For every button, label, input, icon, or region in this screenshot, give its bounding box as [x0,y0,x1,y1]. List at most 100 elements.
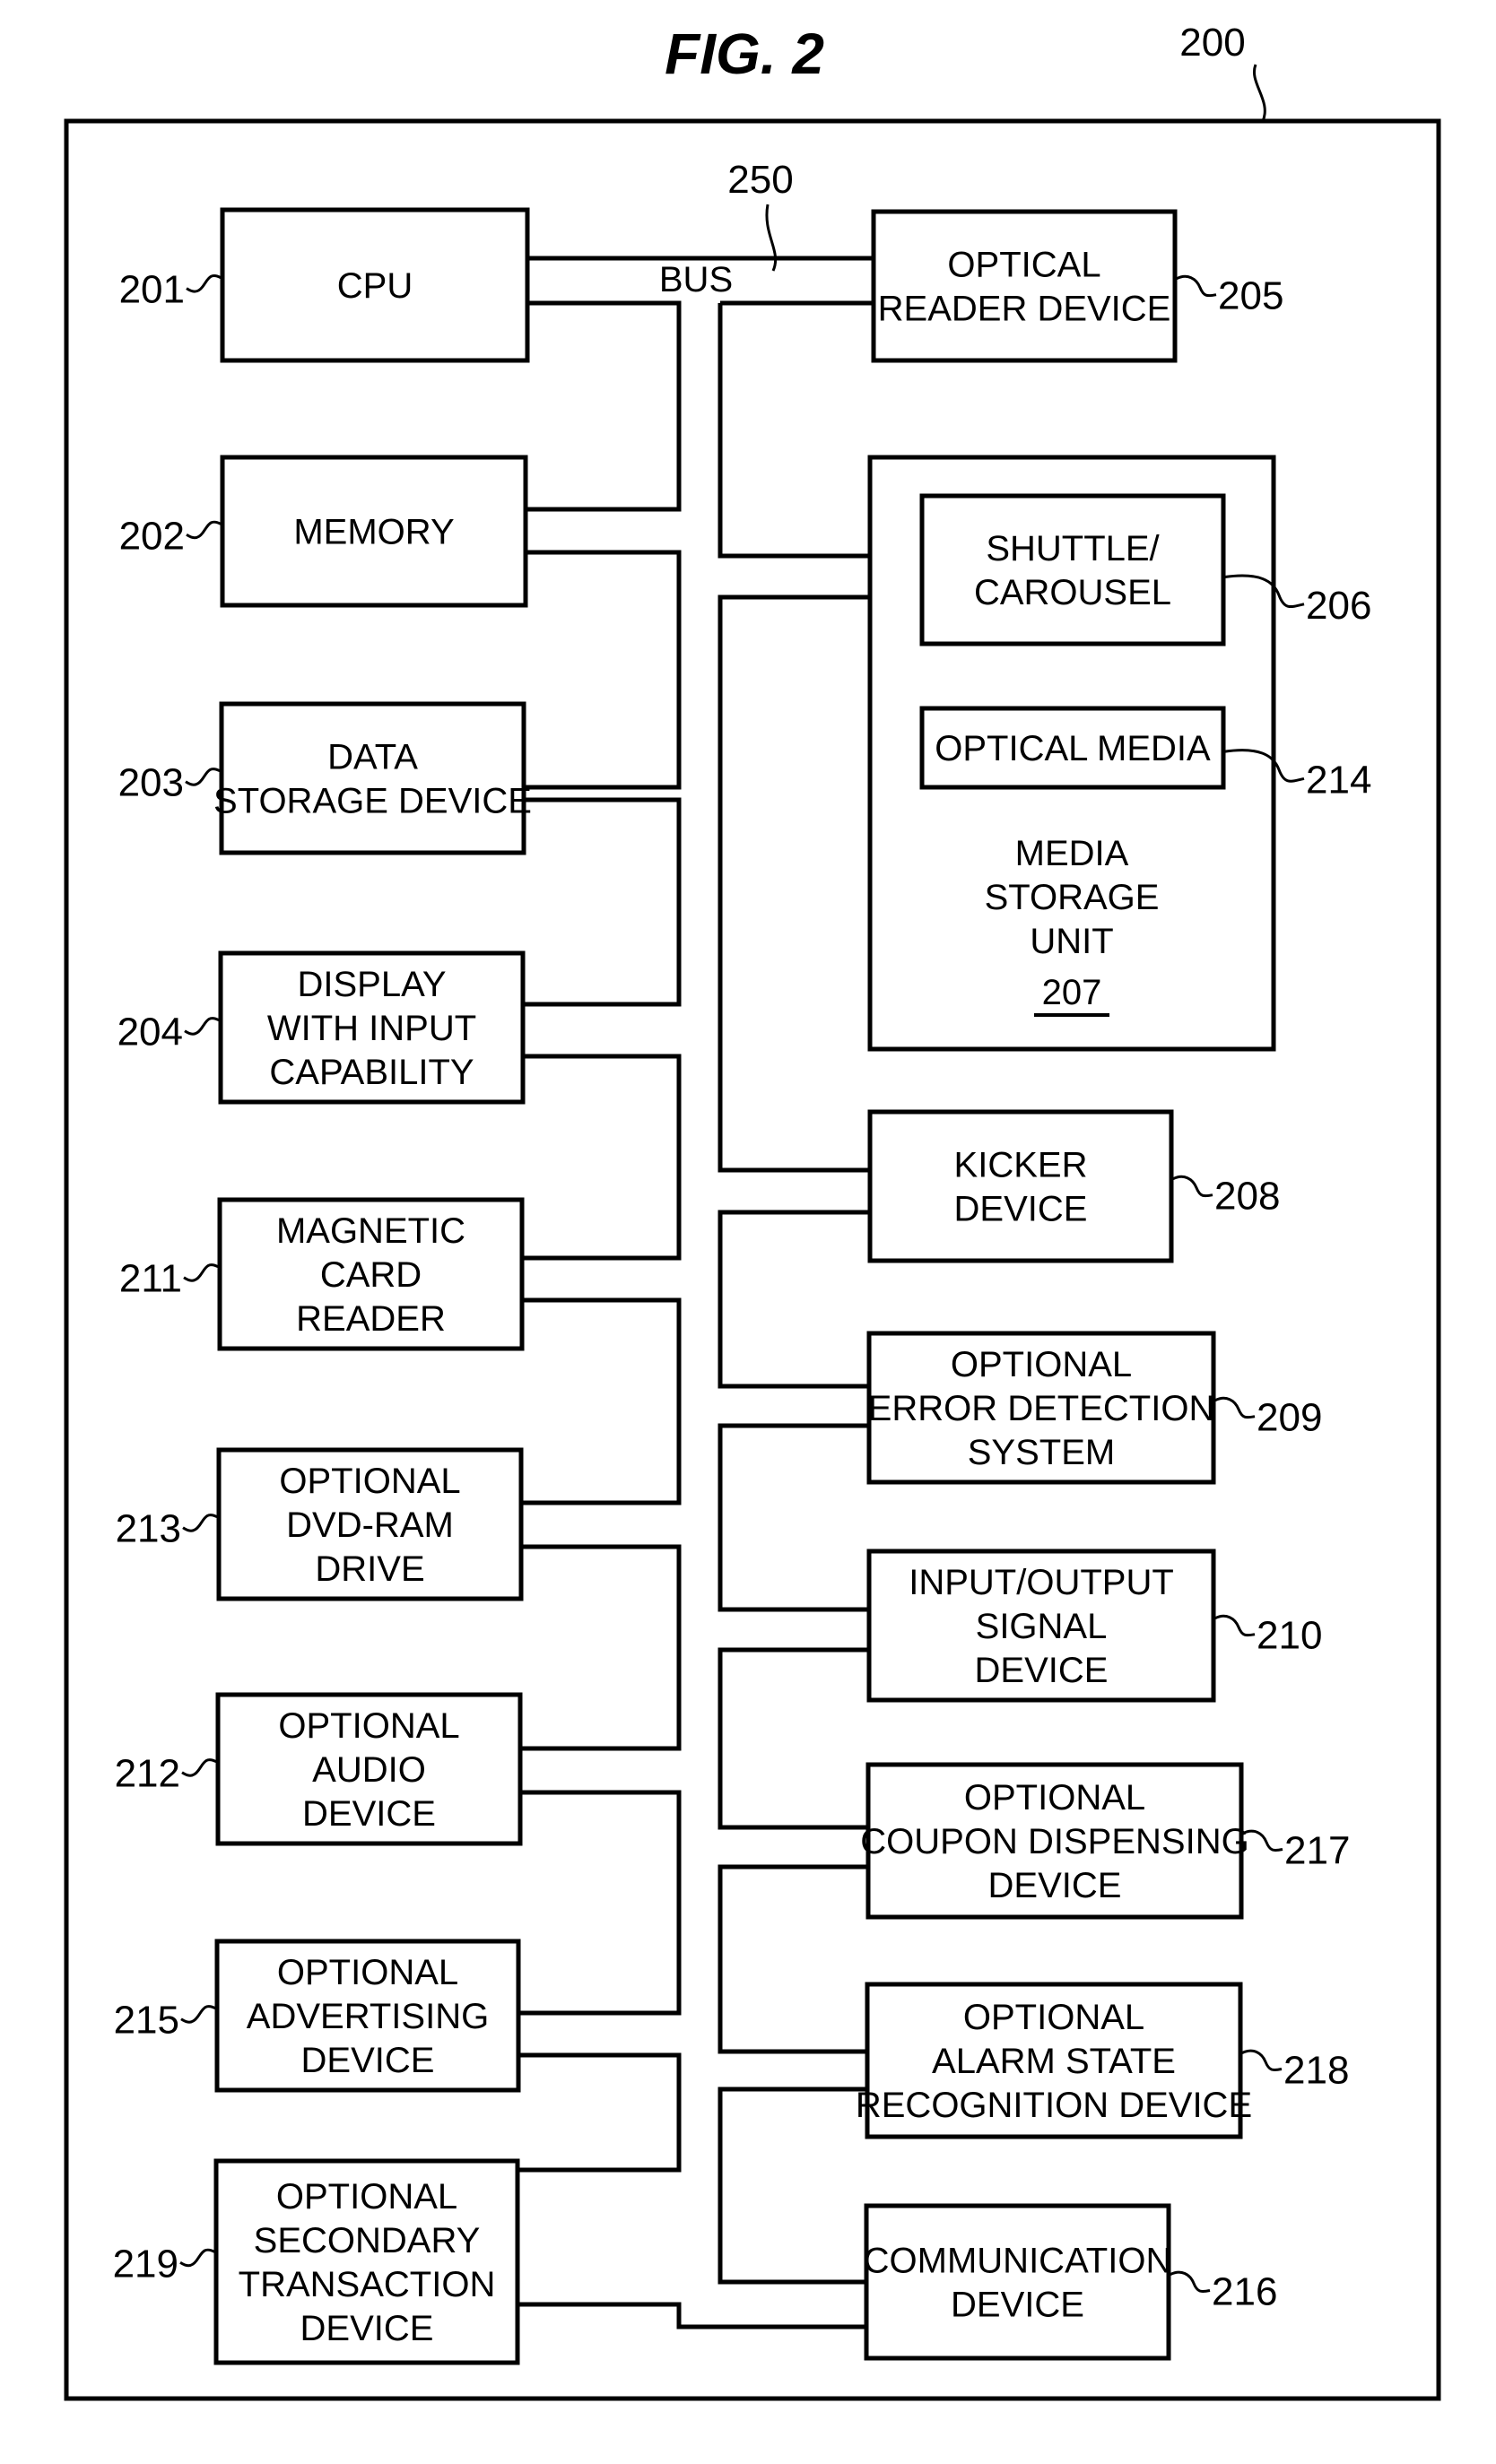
component-212-label-line: AUDIO [312,1750,426,1790]
component-212: OPTIONALAUDIODEVICE 212 [115,1692,523,1846]
component-202: MEMORY 202 [119,455,528,608]
component-215-ref-leader [180,2005,216,2024]
component-215-label-line: ADVERTISING [247,1997,489,2036]
component-204-label-line: WITH INPUT [267,1009,476,1048]
bus-left-segment [518,1790,682,2016]
component-218-label-line: RECOGNITION DEVICE [856,2086,1252,2125]
component-203-label-line: STORAGE DEVICE [213,782,532,821]
bus-right-segment [718,2087,867,2285]
bus-right-segment [718,1423,869,1612]
component-208-label-line: KICKER [954,1146,1088,1185]
component-207-ref: 207 [1042,973,1102,1012]
component-205-ref: 205 [1218,274,1283,318]
component-204: DISPLAY WITH INPUT CAPABILITY 204 [117,950,526,1105]
bus-ref-leader [765,204,778,272]
component-217-label-line: DEVICE [988,1866,1122,1905]
component-212-label-line: DEVICE [302,1794,436,1834]
component-217-label-line: COUPON DISPENSING [860,1822,1248,1861]
component-204-ref: 204 [117,1011,183,1054]
component-219-ref: 219 [113,2242,178,2286]
component-210-ref-leader [1214,1614,1256,1637]
component-208-ref: 208 [1214,1175,1280,1219]
component-206-label-line: SHUTTLE/ [986,529,1160,568]
component-201-label-line: CPU [337,266,413,306]
component-210-label-line: DEVICE [975,1651,1109,1690]
component-214: OPTICAL MEDIA 214 [919,706,1371,802]
bus-label: BUS [659,260,733,299]
component-202-ref-leader [186,520,222,540]
component-215-label-line: DEVICE [301,2041,435,2080]
component-216: COMMUNICATION DEVICE 216 [864,2203,1277,2361]
component-210: INPUT/OUTPUT SIGNAL DEVICE 210 [866,1549,1322,1703]
component-212-ref-leader [181,1758,217,1777]
component-208: KICKER DEVICE 208 [867,1109,1280,1263]
component-212-label-line: OPTIONAL [278,1706,459,1746]
system-ref-leader [1252,64,1266,122]
component-207-label-line: UNIT [1030,922,1113,961]
component-boxes: CPU 201 MEMORY 202 DATA STORAGE DEVICE 203 DISP… [113,207,1371,2365]
bus-right-segment [718,303,870,559]
component-219-ref-leader [179,2248,215,2268]
component-210-ref: 210 [1257,1614,1322,1658]
component-219-label-line: DEVICE [300,2309,434,2348]
component-203: DATA STORAGE DEVICE 203 [118,701,532,855]
component-208-ref-leader [1172,1175,1213,1198]
component-218-ref: 218 [1283,2049,1349,2093]
component-210-label-line: INPUT/OUTPUT [909,1563,1174,1602]
component-215-ref: 215 [114,1999,179,2043]
component-205-label-line: OPTICAL [947,246,1100,285]
component-205-label-line: READER DEVICE [878,290,1171,329]
component-216-label-line: COMMUNICATION [864,2242,1172,2281]
bus-left-segment [523,797,682,1007]
bus-right-segment [718,594,870,1173]
component-206: SHUTTLE/CAROUSEL 206 [919,493,1371,646]
component-213-label-line: DRIVE [315,1549,424,1589]
component-209-ref-leader [1214,1396,1256,1419]
component-203-label-line: DATA [327,738,418,777]
component-201: CPU 201 [119,207,530,363]
component-205: OPTICAL READER DEVICE 205 [871,209,1283,363]
component-202-ref: 202 [119,514,185,558]
component-211-label-line: MAGNETIC [276,1211,465,1251]
component-201-ref: 201 [119,268,185,312]
component-219: OPTIONAL SECONDARY TRANSACTION DEVICE 219 [113,2158,520,2365]
component-206-outline [919,493,1226,646]
component-209: OPTIONAL ERROR DETECTION SYSTEM 209 [866,1331,1322,1485]
component-217: OPTIONAL COUPON DISPENSING DEVICE 217 [860,1762,1350,1920]
component-204-label-line: CAPABILITY [269,1053,474,1092]
component-219-label-line: SECONDARY [254,2221,481,2260]
component-203-outline [219,701,526,855]
component-205-outline [871,209,1178,363]
component-204-label-line: DISPLAY [298,965,447,1004]
component-205-ref-leader [1176,274,1217,298]
component-201-ref-leader [186,274,222,293]
component-212-ref: 212 [115,1752,180,1796]
figure-title: FIG. 2 [665,22,824,86]
component-211-label-line: CARD [320,1255,422,1295]
component-219-label-line: TRANSACTION [239,2265,496,2304]
component-206-ref: 206 [1306,584,1371,628]
component-216-label-line: DEVICE [951,2286,1084,2325]
block-diagram: FIG. 2 200 250 BUS CPU 201 MEMORY 202 DATA ST… [64,21,1441,2401]
component-209-label-line: OPTIONAL [951,1345,1132,1384]
bus-left-segment [521,1297,682,1505]
component-219-label-line: OPTIONAL [276,2177,457,2217]
component-210-label-line: SIGNAL [976,1607,1108,1646]
bus-left-segment [522,1054,682,1261]
component-209-label-line: SYSTEM [968,1433,1115,1472]
component-202-label-line: MEMORY [293,513,454,552]
component-215: OPTIONAL ADVERTISING DEVICE 215 [114,1939,521,2093]
bus-ref-label: 250 [727,158,793,202]
component-218-ref-leader [1241,2049,1283,2071]
component-203-ref: 203 [118,761,184,805]
component-213-label-line: DVD-RAM [286,1505,454,1545]
component-213: OPTIONAL DVD-RAMDRIVE 213 [116,1447,524,1601]
bus-left-segment [526,300,682,512]
component-218-label-line: ALARM STATE [932,2042,1176,2081]
bus-right-segment [718,1647,869,1830]
component-213-ref-leader [182,1514,218,1532]
bus-right-segment [718,1864,868,2054]
component-217-label-line: OPTIONAL [964,1778,1145,1818]
component-216-ref: 216 [1212,2270,1277,2314]
bus-left-segment [524,550,682,790]
